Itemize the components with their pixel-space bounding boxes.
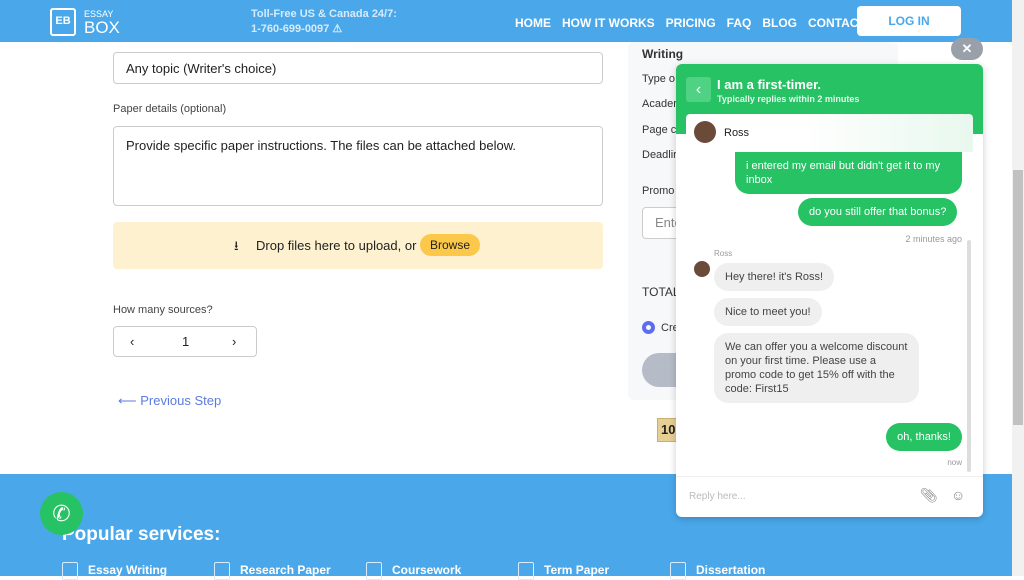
phone-text: 1-760-699-0097 <box>251 23 330 35</box>
document-icon <box>670 562 686 580</box>
service-term-paper[interactable]: Term Paper <box>518 562 609 580</box>
logo[interactable]: EB <box>50 8 76 36</box>
message-received: Hey there! it's Ross! <box>714 263 835 291</box>
sources-label: How many sources? <box>113 304 213 316</box>
phone-call-button[interactable]: ✆ <box>40 492 83 535</box>
warning-icon: ⚠ <box>332 23 343 35</box>
nav-pricing[interactable]: PRICING <box>666 16 716 30</box>
increment-button[interactable]: › <box>232 327 236 356</box>
message-time: now <box>947 458 962 467</box>
summary-row: Acader <box>642 98 677 110</box>
header: EB ESSAY BOX Toll-Free US & Canada 24/7:… <box>0 0 1012 42</box>
message-sent: do you still offer that bonus? <box>798 198 958 226</box>
tollfree-label: Toll-Free US & Canada 24/7: <box>251 8 397 20</box>
sources-stepper: ‹ 1 › <box>113 326 257 357</box>
previous-step-link[interactable]: ⟵ Previous Step <box>118 393 221 409</box>
footer-title: Popular services: <box>62 524 221 545</box>
message-sent: i entered my email but didn't get it to … <box>735 152 962 194</box>
main-nav: HOME HOW IT WORKS PRICING FAQ BLOG CONTACT US <box>504 14 886 32</box>
scrollbar-thumb[interactable] <box>1013 170 1023 425</box>
chevron-left-icon: ‹ <box>695 81 702 98</box>
service-coursework[interactable]: Coursework <box>366 562 461 580</box>
agent-name: Ross <box>724 127 750 139</box>
decrement-button[interactable]: ‹ <box>130 327 134 356</box>
message-received: We can offer you a welcome discount on y… <box>714 333 919 403</box>
page-scrollbar[interactable] <box>1012 0 1024 576</box>
attachment-icon[interactable]: 📎︎ <box>920 487 938 504</box>
previous-step-text: Previous Step <box>140 393 222 408</box>
browse-button[interactable]: Browse <box>420 234 481 256</box>
upload-icon: ⭳ <box>234 238 239 253</box>
emoji-icon[interactable]: ☺ <box>951 487 965 503</box>
document-icon <box>366 562 382 580</box>
nav-blog[interactable]: BLOG <box>762 16 797 30</box>
service-essay-writing[interactable]: Essay Writing <box>62 562 167 580</box>
arrow-left-icon: ⟵ <box>118 393 137 408</box>
message-sent: oh, thanks! <box>886 423 962 451</box>
nav-home[interactable]: HOME <box>515 16 551 30</box>
agent-avatar <box>694 121 716 143</box>
logo-bottom: BOX <box>84 18 120 37</box>
summary-row: Deadlir <box>642 149 677 161</box>
summary-row: Type o <box>642 73 676 85</box>
agent-bar: Ross <box>686 114 973 152</box>
reply-bar: Reply here... 📎︎ ☺ <box>676 476 983 517</box>
summary-title: Writing <box>642 47 684 61</box>
login-button[interactable]: LOG IN <box>857 6 961 36</box>
topic-input[interactable]: Any topic (Writer's choice) <box>113 52 603 84</box>
radio-button[interactable] <box>642 321 655 334</box>
details-textarea[interactable]: Provide specific paper instructions. The… <box>113 126 603 206</box>
nav-faq[interactable]: FAQ <box>727 16 752 30</box>
nav-how-it-works[interactable]: HOW IT WORKS <box>562 16 655 30</box>
message-received: Nice to meet you! <box>714 298 822 326</box>
sources-value: 1 <box>182 334 190 349</box>
promo-label: Promo <box>642 185 675 197</box>
sender-name: Ross <box>714 249 733 258</box>
agent-avatar <box>694 261 710 277</box>
reply-input[interactable]: Reply here... <box>689 491 746 502</box>
document-icon <box>518 562 534 580</box>
drop-text: Drop files here to upload, or <box>256 238 417 253</box>
file-drop-zone[interactable]: ⭳ Drop files here to upload, or Browse <box>113 222 603 269</box>
phone-icon: ✆ <box>52 501 71 526</box>
details-label: Paper details (optional) <box>113 103 227 115</box>
message-time: 2 minutes ago <box>905 234 962 244</box>
chat-subtitle: Typically replies within 2 minutes <box>717 94 860 104</box>
close-icon: ✕ <box>961 41 973 56</box>
chat-widget: ‹ I am a first-timer. Typically replies … <box>676 64 983 517</box>
document-icon <box>214 562 230 580</box>
summary-row: Page c <box>642 124 677 136</box>
phone-number[interactable]: 1-760-699-0097 ⚠ <box>251 22 342 35</box>
document-icon <box>62 562 78 580</box>
service-research-paper[interactable]: Research Paper <box>214 562 331 580</box>
chat-scrollbar[interactable] <box>967 240 971 472</box>
total-label: TOTAL <box>642 285 680 299</box>
back-button[interactable]: ‹ <box>686 77 711 102</box>
close-chat-button[interactable]: ✕ <box>951 38 983 60</box>
chat-title: I am a first-timer. <box>717 77 822 92</box>
service-dissertation[interactable]: Dissertation <box>670 562 765 580</box>
